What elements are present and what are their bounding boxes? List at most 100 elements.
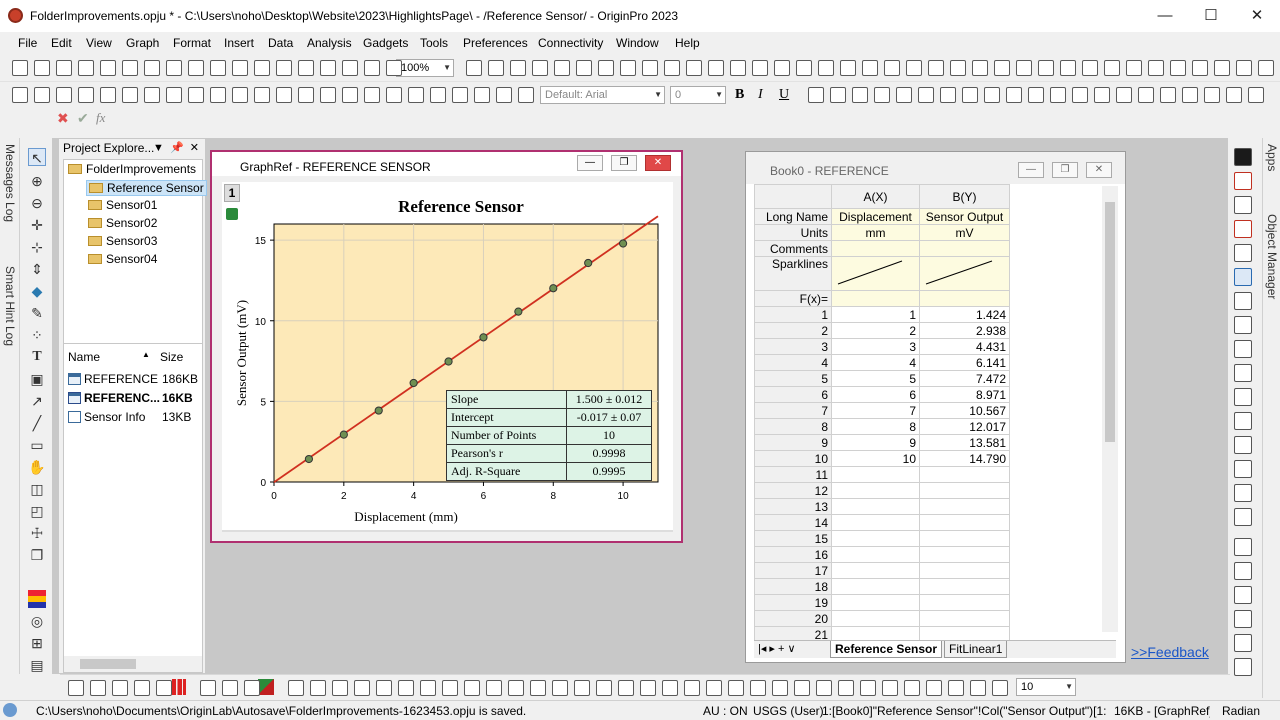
toolbar-button-icon[interactable]	[662, 680, 678, 696]
row-number[interactable]: 13	[754, 498, 832, 515]
data-cell[interactable]: 10.567	[919, 402, 1010, 419]
formula-cell[interactable]	[919, 290, 1010, 307]
toolbar-button-icon[interactable]	[618, 680, 634, 696]
toolbar-button-icon[interactable]	[486, 680, 502, 696]
toolbar-button-icon[interactable]	[78, 60, 94, 76]
toolbar-button-icon[interactable]	[488, 60, 504, 76]
data-cell[interactable]	[831, 514, 920, 531]
annotation-icon[interactable]: ▣	[28, 370, 46, 388]
zoom-in-tool-icon[interactable]: ⊕	[28, 172, 46, 190]
graph-close-button[interactable]: ✕	[645, 155, 671, 171]
data-cell[interactable]: 2	[831, 322, 920, 339]
toolbar-button-icon[interactable]	[1148, 60, 1164, 76]
distribute-icon[interactable]	[1234, 538, 1252, 556]
data-cell[interactable]: 3	[831, 338, 920, 355]
toolbar-button-icon[interactable]	[1248, 87, 1264, 103]
apps-tab[interactable]: Apps	[1265, 144, 1279, 171]
toolbar-button-icon[interactable]	[772, 680, 788, 696]
panel-controls[interactable]: ▼ 📌 ✕	[153, 141, 199, 154]
toolbar-button-icon[interactable]	[508, 680, 524, 696]
comments-cell[interactable]	[831, 240, 920, 257]
align-right-icon[interactable]	[1234, 412, 1252, 430]
toolbar-button-icon[interactable]	[972, 60, 988, 76]
row-label[interactable]: Comments	[754, 240, 832, 257]
data-cell[interactable]: 8.971	[919, 386, 1010, 403]
toolbar-button-icon[interactable]	[518, 87, 534, 103]
toolbar-button-icon[interactable]	[420, 680, 436, 696]
toolbar-button-icon[interactable]	[342, 60, 358, 76]
toolbar-button-icon[interactable]	[122, 87, 138, 103]
toolbar-button-icon[interactable]	[1028, 87, 1044, 103]
toolbar-button-icon[interactable]	[1038, 60, 1054, 76]
toolbar-button-icon[interactable]	[496, 87, 512, 103]
toolbar-button-icon[interactable]	[904, 680, 920, 696]
toolbar-button-icon[interactable]	[884, 60, 900, 76]
data-selector-icon[interactable]: ⇕	[28, 260, 46, 278]
graph-window[interactable]: GraphRef - REFERENCE SENSOR — ❐ ✕ 1 0246…	[210, 150, 683, 543]
underline-icon[interactable]: U	[779, 87, 789, 103]
group-icon[interactable]	[1234, 586, 1252, 604]
toolbar-button-icon[interactable]	[56, 87, 72, 103]
menu-graph[interactable]: Graph	[126, 36, 159, 50]
toolbar-button-icon[interactable]	[906, 60, 922, 76]
distribute-v-icon[interactable]	[1234, 562, 1252, 580]
data-cell[interactable]	[831, 546, 920, 563]
toolbar-button-icon[interactable]	[530, 680, 546, 696]
row-number[interactable]: 16	[754, 546, 832, 563]
column-header[interactable]: A(X)	[831, 184, 920, 209]
toolbar-button-icon[interactable]	[342, 87, 358, 103]
row-number[interactable]: 7	[754, 402, 832, 419]
book-close-button[interactable]: ✕	[1086, 162, 1112, 178]
toolbar-button-icon[interactable]	[706, 680, 722, 696]
toolbar-button-icon[interactable]	[144, 60, 160, 76]
list-item[interactable]: REFERENC...	[68, 391, 160, 405]
tree-root[interactable]: FolderImprovements	[68, 162, 196, 176]
mask-tool-icon[interactable]: ◆	[28, 282, 46, 300]
toolbar-button-icon[interactable]	[882, 680, 898, 696]
maximize-button[interactable]: ☐	[1188, 0, 1234, 32]
copy-format-icon[interactable]: ❐	[28, 546, 46, 564]
menu-file[interactable]: File	[18, 36, 37, 50]
pointer-tool-icon[interactable]: ↖	[28, 148, 46, 166]
toolbar-button-icon[interactable]	[68, 680, 84, 696]
toolbar-button-icon[interactable]	[34, 87, 50, 103]
bar-chart-icon[interactable]	[172, 679, 186, 695]
row-number[interactable]: 17	[754, 562, 832, 579]
toolbar-button-icon[interactable]	[926, 680, 942, 696]
toolbar-button-icon[interactable]	[950, 60, 966, 76]
toolbar-button-icon[interactable]	[874, 87, 890, 103]
object-manager-tab[interactable]: Object Manager	[1265, 214, 1279, 299]
menu-edit[interactable]: Edit	[51, 36, 72, 50]
draw-data-icon[interactable]: ✎	[28, 304, 46, 322]
data-cell[interactable]: 1.424	[919, 306, 1010, 323]
data-cell[interactable]: 12.017	[919, 418, 1010, 435]
toolbar-button-icon[interactable]	[1236, 60, 1252, 76]
data-cell[interactable]	[831, 562, 920, 579]
data-cell[interactable]	[831, 482, 920, 499]
toolbar-button-icon[interactable]	[1016, 60, 1032, 76]
object-manager-icon[interactable]	[1234, 268, 1252, 286]
toolbar-button-icon[interactable]	[554, 60, 570, 76]
toolbar-button-icon[interactable]	[1258, 60, 1274, 76]
toolbar-button-icon[interactable]	[552, 680, 568, 696]
data-cell[interactable]: 7	[831, 402, 920, 419]
toolbar-button-icon[interactable]	[408, 87, 424, 103]
scrollbar-thumb[interactable]	[80, 659, 136, 669]
toolbar-button-icon[interactable]	[288, 680, 304, 696]
tree-folder-sensor01[interactable]: Sensor01	[88, 198, 157, 212]
toolbar-button-icon[interactable]	[12, 87, 28, 103]
toolbar-button-icon[interactable]	[100, 60, 116, 76]
zoom-out-tool-icon[interactable]: ⊖	[28, 194, 46, 212]
toolbar-button-icon[interactable]	[574, 680, 590, 696]
toolbar-button-icon[interactable]	[852, 87, 868, 103]
toolbar-button-icon[interactable]	[1160, 87, 1176, 103]
toolbar-button-icon[interactable]	[188, 60, 204, 76]
units-cell[interactable]: mV	[919, 224, 1010, 241]
row-number[interactable]: 2	[754, 322, 832, 339]
color-palette-icon[interactable]	[28, 590, 46, 608]
row-number[interactable]: 5	[754, 370, 832, 387]
plot-setup-icon[interactable]	[1234, 196, 1252, 214]
menu-window[interactable]: Window	[616, 36, 659, 50]
row-number[interactable]: 12	[754, 482, 832, 499]
toolbar-button-icon[interactable]	[818, 60, 834, 76]
